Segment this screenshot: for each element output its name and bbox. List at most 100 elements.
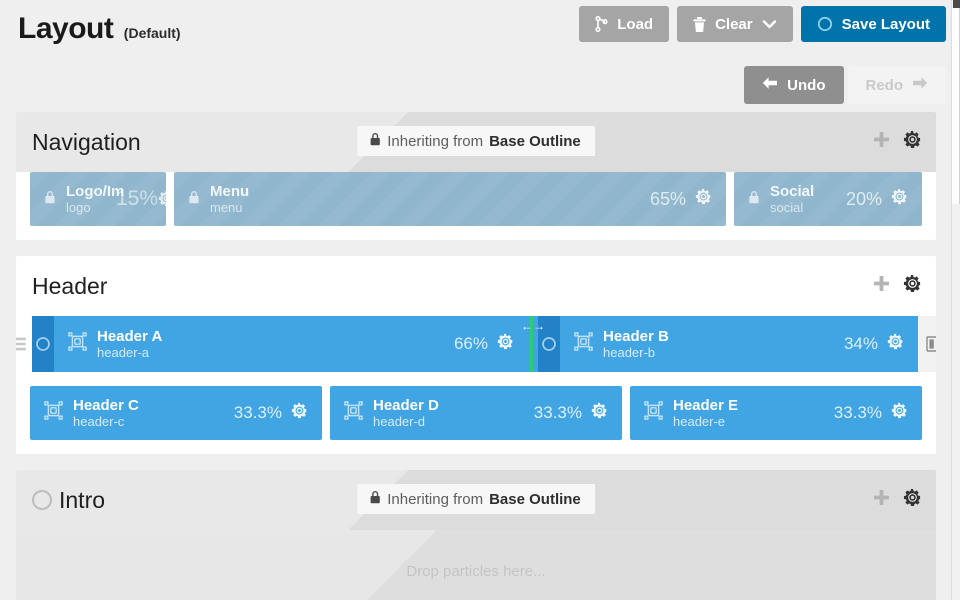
particle-logo-title: Logo/Im [66, 182, 125, 200]
column-resizer[interactable]: ←→ [521, 316, 545, 372]
particle-header-d-labels: Header D header-d [373, 397, 439, 430]
lock-icon [369, 490, 381, 508]
navigation-inheriting-badge: Inheriting from Base Outline [357, 126, 595, 156]
section-header-title: Header [32, 272, 108, 299]
lock-icon [748, 190, 760, 209]
save-layout-button-label: Save Layout [841, 15, 930, 33]
section-frame-icon [574, 332, 593, 356]
page-toolbar: Layout (Default) Load Clear Save Layout … [0, 0, 960, 104]
clear-button-label: Clear [715, 15, 753, 33]
particle-header-b-size: 34% [843, 334, 878, 353]
load-button[interactable]: Load [579, 6, 670, 42]
particle-header-e[interactable]: Header E header-e 33.3% [630, 386, 922, 440]
page-scrollbar[interactable] [951, 0, 960, 600]
gear-icon[interactable] [891, 188, 908, 210]
particle-header-e-size: 33.3% [833, 403, 882, 422]
lock-icon [369, 132, 381, 150]
layout-canvas: Navigation Inheriting from Base Outline [0, 112, 952, 600]
section-header: Header Header A header-a 66% ←→ Header B… [16, 256, 936, 454]
page-title: Layout [18, 12, 114, 45]
gear-icon[interactable] [903, 130, 922, 154]
particle-logo[interactable]: Logo/Im logo 15% [30, 172, 166, 226]
particle-header-e-labels: Header E header-e [673, 397, 738, 430]
particle-header-d[interactable]: Header D header-d 33.3% [330, 386, 622, 440]
arrow-right-icon [912, 76, 928, 94]
undo-button-label: Undo [787, 76, 826, 94]
header-ab-row: Header A header-a 66% ←→ Header B header… [16, 316, 936, 372]
particle-social-size: 20% [845, 188, 882, 209]
particle-header-e-right: 33.3% [834, 402, 922, 424]
particle-header-d-right: 33.3% [534, 402, 622, 424]
particle-header-c-title: Header C [73, 396, 139, 414]
particle-header-a-handle[interactable] [32, 316, 54, 372]
section-intro-header: Intro Inheriting from Base Outline [16, 470, 936, 530]
gear-icon[interactable] [591, 402, 608, 424]
particle-header-d-title: Header D [373, 396, 439, 414]
gear-icon[interactable] [158, 190, 166, 212]
header-header-actions [873, 256, 922, 316]
circle-icon [32, 490, 52, 510]
gear-icon[interactable] [497, 333, 514, 355]
gear-icon[interactable] [891, 402, 908, 424]
clear-button[interactable]: Clear [677, 6, 793, 42]
intro-inheriting-source: Base Outline [489, 490, 581, 508]
add-particle-icon[interactable] [873, 131, 890, 153]
gear-icon[interactable] [291, 402, 308, 424]
add-particle-icon[interactable] [873, 275, 890, 297]
particle-header-a-size: 66% [453, 334, 488, 353]
particle-header-b-labels: Header B header-b [603, 328, 669, 361]
intro-dropzone[interactable]: Drop particles here... [16, 530, 936, 600]
particle-header-a-right: 66% [454, 333, 528, 355]
section-frame-icon [44, 401, 63, 425]
gear-icon[interactable] [903, 274, 922, 298]
particle-header-e-title: Header E [673, 396, 739, 414]
particle-header-a-labels: Header A header-a [97, 328, 162, 361]
particle-header-b[interactable]: Header B header-b 34% [560, 316, 918, 372]
particle-header-c-right: 33.3% [234, 402, 322, 424]
lock-icon [188, 190, 200, 209]
save-layout-button[interactable]: Save Layout [800, 6, 946, 42]
arrow-left-icon [762, 76, 778, 94]
particle-header-c[interactable]: Header C header-c 33.3% [30, 386, 322, 440]
gear-icon[interactable] [903, 488, 922, 512]
particle-menu-labels: Menu menu [210, 183, 249, 216]
particle-header-b-key: header-b [603, 344, 656, 360]
section-navigation-header: Navigation Inheriting from Base Outline [16, 112, 936, 172]
scrollbar-track[interactable] [952, 8, 960, 204]
intro-inheriting-badge: Inheriting from Base Outline [357, 484, 595, 514]
redo-button[interactable]: Redo [847, 66, 946, 104]
navigation-particle-row: Logo/Im logo 15% Menu menu 65% Social so… [16, 172, 936, 240]
particle-header-a-key: header-a [97, 344, 150, 360]
drag-handle[interactable] [16, 316, 32, 372]
navigation-header-actions [873, 112, 922, 172]
particle-header-c-size: 33.3% [233, 403, 282, 422]
undo-button[interactable]: Undo [744, 66, 844, 104]
particle-header-d-size: 33.3% [533, 403, 582, 422]
column-layout-toggle[interactable] [918, 316, 936, 372]
intro-header-actions [873, 470, 922, 530]
lock-icon [44, 190, 56, 209]
toolbar-buttons: Load Clear Save Layout [579, 6, 946, 42]
particle-header-e-key: header-e [673, 413, 726, 429]
section-intro-title: Intro [59, 486, 106, 513]
history-buttons: Undo Redo [744, 66, 946, 104]
particle-menu-key: menu [210, 199, 243, 215]
particle-social-labels: Social social [770, 183, 814, 216]
branch-icon [595, 16, 608, 32]
particle-social[interactable]: Social social 20% [734, 172, 922, 226]
particle-header-c-key: header-c [73, 413, 125, 429]
gear-icon[interactable] [887, 333, 904, 355]
scrollbar-thumb[interactable] [953, 0, 960, 8]
add-particle-icon[interactable] [873, 489, 890, 511]
particle-header-a[interactable]: Header A header-a 66% [54, 316, 528, 372]
section-frame-icon [644, 401, 663, 425]
particle-header-b-handle[interactable] [538, 316, 560, 372]
particle-menu[interactable]: Menu menu 65% [174, 172, 726, 226]
section-frame-icon [68, 332, 87, 356]
navigation-inheriting-text: Inheriting from [387, 132, 484, 150]
chevron-down-icon[interactable] [762, 19, 777, 29]
section-header-header: Header [16, 256, 936, 316]
particle-social-title: Social [770, 182, 815, 200]
particle-social-key: social [770, 199, 804, 215]
gear-icon[interactable] [695, 188, 712, 210]
